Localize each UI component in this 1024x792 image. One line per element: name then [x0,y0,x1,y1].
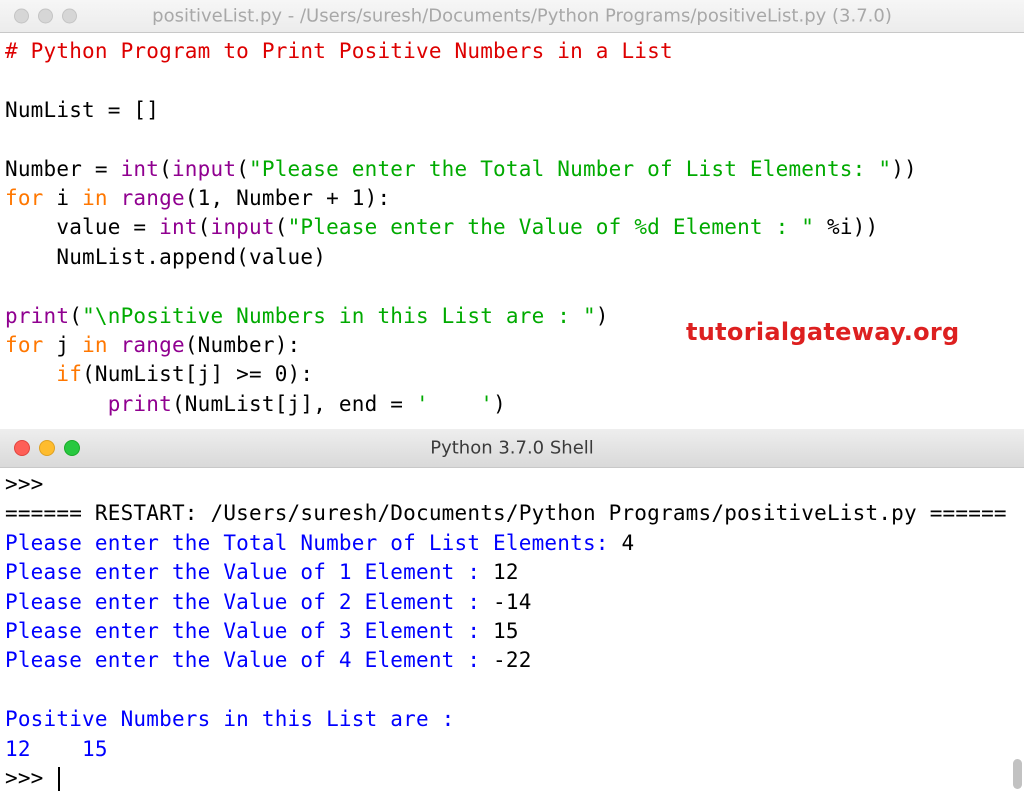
code-token: Please enter the Value of 4 Element : [5,648,494,673]
code-token: input [210,215,275,240]
editor-title: positiveList.py - /Users/suresh/Document… [152,5,892,27]
code-token: if [56,362,83,387]
code-token: -14 [493,589,532,614]
code-token: Please enter the Value of 1 Element : [5,560,494,585]
code-token: Please enter the Value of 3 Element : [5,618,494,643]
code-token: j [43,332,83,357]
code-token: ( [197,215,211,240]
vertical-scrollbar[interactable] [1013,759,1022,789]
code-token: "Please enter the Value of %d Element : … [287,215,815,240]
shell-line: Please enter the Value of 2 Element : -1… [5,588,1024,617]
shell-line: Please enter the Total Number of List El… [5,529,1024,558]
code-token: ) [595,303,609,328]
code-token: Please enter the Value of 2 Element : [5,589,494,614]
shell-line: Please enter the Value of 3 Element : 15 [5,617,1024,646]
code-token: range [120,185,185,210]
code-token: ( [236,156,250,181]
code-line: NumList.append(value) [5,243,1024,272]
code-token: %i)) [814,215,879,240]
code-token: 12 15 [5,736,160,761]
code-token: "Please enter the Total Number of List E… [249,156,892,181]
shell-line: Please enter the Value of 1 Element : 12 [5,558,1024,587]
code-token: 15 [493,618,519,643]
watermark-text: tutorialgateway.org [686,318,960,346]
code-editor-text-area[interactable]: # Python Program to Print Positive Numbe… [0,33,1024,419]
code-line: Number = int(input("Please enter the Tot… [5,155,1024,184]
editor-titlebar[interactable]: positiveList.py - /Users/suresh/Document… [0,0,1024,33]
code-token: int [120,156,160,181]
code-line: # Python Program to Print Positive Numbe… [5,37,1024,66]
code-token: input [171,156,237,181]
shell-line: >>> [5,470,1024,499]
code-token: 4 [621,530,635,555]
code-token: value = [5,215,160,240]
code-token: NumList.append(value) [5,244,327,269]
code-token: print [5,303,70,328]
code-token: (NumList[j] >= 0): [82,362,314,387]
code-token: "\nPositive Numbers in this List are : " [82,303,596,328]
code-token: )) [891,156,917,181]
shell-titlebar[interactable]: Python 3.7.0 Shell [0,429,1024,468]
code-token: ( [69,303,83,328]
shell-line: Positive Numbers in this List are : [5,705,1024,734]
code-token: >>> [5,765,57,790]
code-token: Please enter the Total Number of List El… [5,530,622,555]
shell-line: ====== RESTART: /Users/suresh/Documents/… [5,499,1024,528]
shell-window[interactable]: Python 3.7.0 Shell >>> ====== RESTART: /… [0,429,1024,792]
code-token: int [159,215,198,240]
code-token: ' ' [416,391,494,416]
code-token: Number = [5,156,121,181]
code-token: 12 [493,560,519,585]
code-line: NumList = [] [5,96,1024,125]
shell-line: Please enter the Value of 4 Element : -2… [5,646,1024,675]
editor-window[interactable]: positiveList.py - /Users/suresh/Document… [0,0,1024,429]
text-cursor [58,766,61,791]
shell-line: 12 15 [5,735,1024,764]
code-token: (Number): [184,332,301,357]
code-line: if(NumList[j] >= 0): [5,360,1024,389]
code-token: (1, Number + 1): [184,185,391,210]
code-token: ( [159,156,172,181]
code-token: in [82,332,108,357]
shell-title: Python 3.7.0 Shell [430,437,594,459]
code-token: Positive Numbers in this List are : [5,707,468,732]
code-token: >>> [5,472,57,496]
code-token: ) [493,391,506,416]
code-token: range [120,332,185,357]
shell-line: >>> [5,764,1024,792]
code-line: print(NumList[j], end = ' ') [5,390,1024,419]
shell-output-area[interactable]: >>> ====== RESTART: /Users/suresh/Docume… [0,468,1024,792]
code-token: i [43,185,83,210]
code-token: NumList = [] [5,97,160,122]
code-line: value = int(input("Please enter the Valu… [5,213,1024,242]
code-line: for i in range(1, Number + 1): [5,184,1024,213]
code-token: ====== RESTART: /Users/suresh/Documents/… [5,501,1007,526]
code-token: # Python Program to Print Positive Numbe… [5,39,673,63]
code-token: for [5,185,44,210]
code-token: -22 [493,648,532,673]
code-token: print [107,391,172,416]
code-token: for [5,332,44,357]
code-token: ( [274,215,288,240]
code-token: in [82,185,108,210]
code-token: (NumList[j], end = [171,391,416,416]
